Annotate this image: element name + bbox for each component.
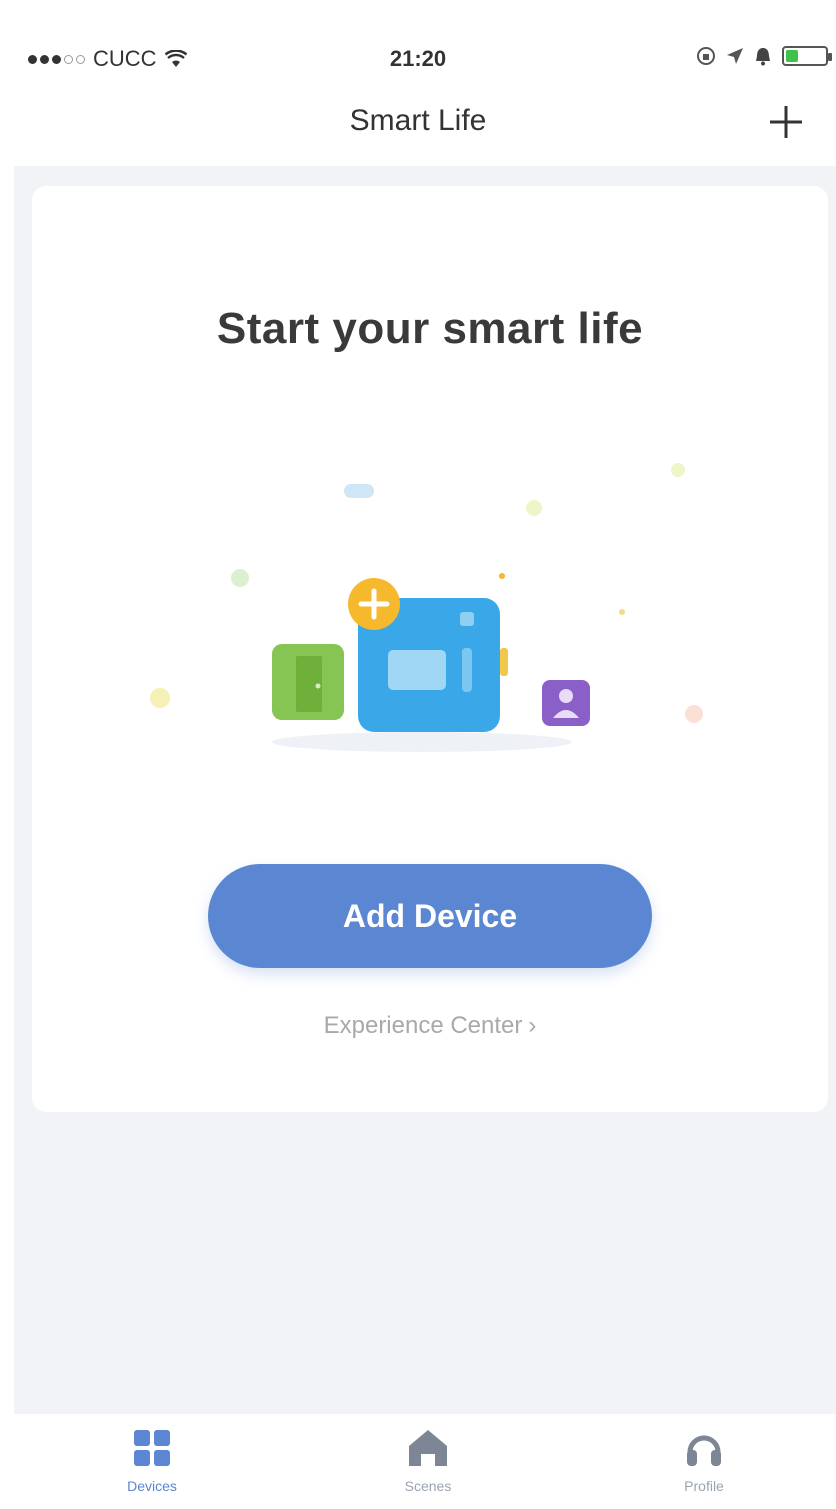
plus-icon[interactable] xyxy=(766,102,806,142)
lock-rotation-icon xyxy=(697,47,715,65)
tab-devices[interactable]: Devices xyxy=(72,1428,232,1494)
battery-icon xyxy=(782,46,832,66)
location-icon xyxy=(727,48,743,64)
nav-bar: Smart Life xyxy=(0,92,836,164)
experience-center-link[interactable]: Experience Center › xyxy=(32,1012,828,1040)
tab-scenes-label: Scenes xyxy=(404,1478,452,1494)
tab-devices-label: Devices xyxy=(127,1478,177,1494)
chevron-right-icon: › xyxy=(528,1012,537,1039)
alarm-icon xyxy=(756,48,770,66)
page-title: Smart Life xyxy=(349,104,487,137)
home-icon xyxy=(409,1430,447,1466)
grid-icon xyxy=(134,1430,170,1466)
tab-profile[interactable]: Profile xyxy=(624,1428,784,1494)
plus-badge-icon xyxy=(348,578,400,630)
tab-bar: Devices Scenes Profile xyxy=(0,1414,836,1509)
smart-home-illustration xyxy=(150,463,703,752)
empty-state-card: Start your smart life Add Device Experie… xyxy=(32,186,828,1112)
tab-scenes[interactable]: Scenes xyxy=(348,1428,508,1494)
empty-state-title: Start your smart life xyxy=(216,304,644,353)
person-badge-icon xyxy=(542,680,590,726)
status-right xyxy=(696,46,832,66)
door-icon xyxy=(272,644,344,720)
headset-icon xyxy=(687,1435,721,1466)
add-device-button[interactable]: Add Device xyxy=(208,864,652,968)
experience-center-label: Experience Center xyxy=(323,1012,523,1039)
tab-profile-label: Profile xyxy=(684,1478,724,1494)
